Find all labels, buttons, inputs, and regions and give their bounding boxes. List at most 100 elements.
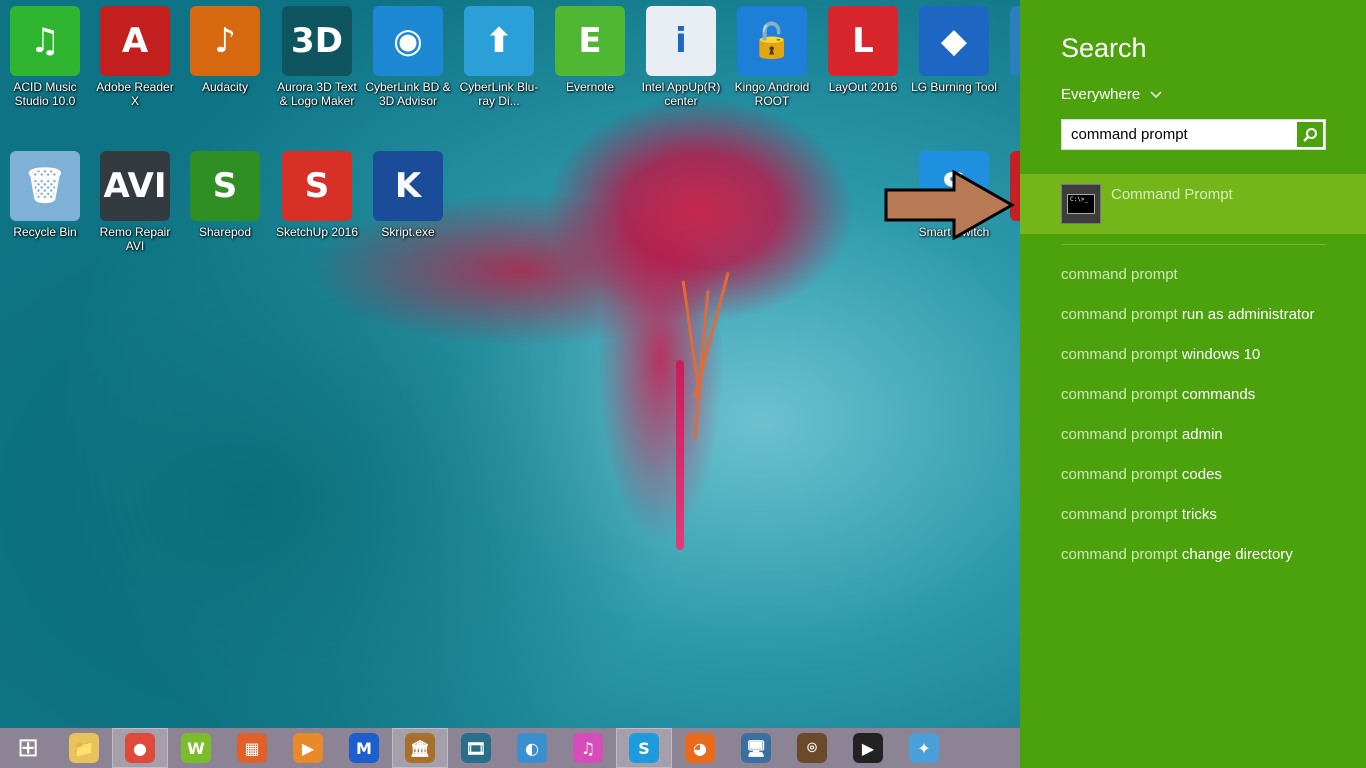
evernote-icon: E	[555, 6, 625, 76]
desktop-icon[interactable]: A Adobe Reader X	[91, 0, 179, 108]
taskbar: ⊞ 📁 ● W ▦ ▶ M 🏛 🎞 ◐ ♫ S ◕ 🖥 ⌾ ▶ ✦	[0, 728, 1020, 768]
results-divider	[1061, 244, 1326, 245]
search-suggestion[interactable]: command prompt run as administrator	[1061, 306, 1314, 323]
search-button[interactable]	[1295, 120, 1325, 149]
taskbar-button[interactable]: ⊞	[0, 728, 56, 768]
desktop-icon-label: CyberLink Blu-ray Di...	[459, 80, 539, 108]
desktop-icon[interactable]: L LayOut 2016	[819, 0, 907, 94]
desktop-icon-label: LayOut 2016	[828, 80, 898, 94]
desktop-icon[interactable]: E Evernote	[546, 0, 634, 94]
suggestion-completion: run as administrator	[1177, 306, 1315, 323]
suggestion-query: command prompt	[1061, 266, 1178, 283]
taskbar-button[interactable]: ●	[112, 728, 168, 768]
desktop-icon-label: Kingo Android ROOT	[734, 80, 810, 108]
desktop-icon[interactable]: AVI Remo Repair AVI	[91, 145, 179, 253]
command-prompt-icon: C:\>_	[1061, 184, 1101, 224]
taskbar-button[interactable]: ▶	[280, 728, 336, 768]
suggestion-query: command prompt	[1061, 426, 1178, 443]
flower-stamen	[693, 271, 730, 399]
suggestion-query: command prompt	[1061, 546, 1178, 563]
cyberlink-bluray-icon: ⬆	[464, 6, 534, 76]
search-suggestion[interactable]: command prompt tricks	[1061, 506, 1217, 523]
layout-icon: L	[828, 6, 898, 76]
search-input[interactable]	[1062, 120, 1294, 149]
aurora-3d-icon: 3D	[282, 6, 352, 76]
search-result-command-prompt[interactable]: C:\>_ Command Prompt	[1020, 174, 1366, 234]
desktop-icon[interactable]: 🔓 Kingo Android ROOT	[728, 0, 816, 108]
bird-app-icon: ◐	[517, 733, 547, 763]
search-icon	[1303, 127, 1317, 142]
lg-burning-icon: ◆	[919, 6, 989, 76]
desktop-icon[interactable]: ◆ LG Burning Tool	[910, 0, 998, 94]
desktop-icon-label: Skript.exe	[381, 225, 435, 239]
desktop-icon-label: Sharepod	[198, 225, 252, 239]
desktop-icon[interactable]: ◉ CyberLink BD & 3D Advisor	[364, 0, 452, 108]
sharepod-icon: S	[190, 151, 260, 221]
taskbar-button[interactable]: ✦	[896, 728, 952, 768]
webcam-icon: ⌾	[797, 733, 827, 763]
taskbar-button[interactable]: ◐	[504, 728, 560, 768]
search-scope-dropdown[interactable]: Everywhere	[1061, 86, 1162, 103]
desktop-icon[interactable]: S Sharepod	[181, 145, 269, 239]
taskbar-button[interactable]: ⌾	[784, 728, 840, 768]
taskbar-button[interactable]: ▶	[840, 728, 896, 768]
suggestion-completion: admin	[1177, 426, 1223, 443]
cyberlink-bd-icon: ◉	[373, 6, 443, 76]
office-icon: ▦	[237, 733, 267, 763]
suggestion-completion: tricks	[1177, 506, 1217, 523]
taskbar-button[interactable]: W	[168, 728, 224, 768]
search-result-label: Command Prompt	[1111, 186, 1233, 203]
file-explorer-icon: 📁	[69, 733, 99, 763]
taskbar-button[interactable]: S	[616, 728, 672, 768]
search-suggestion[interactable]: command prompt commands	[1061, 386, 1255, 403]
desktop-icon[interactable]: i Intel AppUp(R) center	[637, 0, 725, 108]
search-suggestion[interactable]: command prompt codes	[1061, 466, 1222, 483]
kingo-root-icon: 🔓	[737, 6, 807, 76]
desktop-icon-label: Intel AppUp(R) center	[641, 80, 721, 108]
skript-icon: K	[373, 151, 443, 221]
suggestion-query: command prompt	[1061, 306, 1178, 323]
desktop-icon[interactable]: S SketchUp 2016	[273, 145, 361, 239]
windows-start-icon: ⊞	[17, 733, 39, 763]
desktop-icon-label: CyberLink BD & 3D Advisor	[365, 80, 451, 108]
firefox-icon: ◕	[685, 733, 715, 763]
desktop-icon-label: Adobe Reader X	[96, 80, 174, 108]
play-app-icon: ▶	[853, 733, 883, 763]
desktop-icon[interactable]: K Skript.exe	[364, 145, 452, 239]
taskbar-button[interactable]: ◕	[672, 728, 728, 768]
desktop-icon[interactable]: 3D Aurora 3D Text & Logo Maker	[273, 0, 361, 108]
acid-music-icon: ♫	[10, 6, 80, 76]
search-suggestion[interactable]: command prompt admin	[1061, 426, 1223, 443]
search-scope-label: Everywhere	[1061, 86, 1141, 103]
taskbar-button[interactable]: 📁	[56, 728, 112, 768]
pointer-arrow-icon	[884, 170, 1016, 240]
search-title: Search	[1061, 33, 1147, 63]
desktop-icon[interactable]: ♪ Audacity	[181, 0, 269, 94]
wondershare-icon: W	[181, 733, 211, 763]
audacity-icon: ♪	[190, 6, 260, 76]
taskbar-button[interactable]: M	[336, 728, 392, 768]
desktop-icon-label: Remo Repair AVI	[99, 225, 171, 253]
taskbar-button[interactable]: ♫	[560, 728, 616, 768]
taskbar-button[interactable]: 🖥	[728, 728, 784, 768]
taskbar-button[interactable]: 🏛	[392, 728, 448, 768]
taskbar-button[interactable]: 🎞	[448, 728, 504, 768]
suggestion-completion: windows 10	[1177, 346, 1261, 363]
desktop-icon[interactable]: ⬆ CyberLink Blu-ray Di...	[455, 0, 543, 108]
desktop-icon[interactable]: ♫ ACID Music Studio 10.0	[1, 0, 89, 108]
flower-pistil	[676, 360, 684, 550]
taskbar-button[interactable]: ▦	[224, 728, 280, 768]
suggestion-completion: codes	[1177, 466, 1222, 483]
desktop-icon[interactable]: 🗑 Recycle Bin	[1, 145, 89, 239]
safari-icon: ✦	[909, 733, 939, 763]
desktop-icon-label: LG Burning Tool	[911, 80, 997, 94]
malwarebytes-icon: M	[349, 733, 379, 763]
suggestion-query: command prompt	[1061, 466, 1178, 483]
search-suggestion[interactable]: command prompt	[1061, 266, 1178, 283]
search-suggestion[interactable]: command prompt change directory	[1061, 546, 1293, 563]
chrome-icon: ●	[125, 733, 155, 763]
adobe-reader-icon: A	[100, 6, 170, 76]
search-charm-pane: Search Everywhere C:\>_ Command Prompt c…	[1020, 0, 1366, 768]
search-suggestion[interactable]: command prompt windows 10	[1061, 346, 1260, 363]
chevron-down-icon	[1150, 90, 1162, 98]
